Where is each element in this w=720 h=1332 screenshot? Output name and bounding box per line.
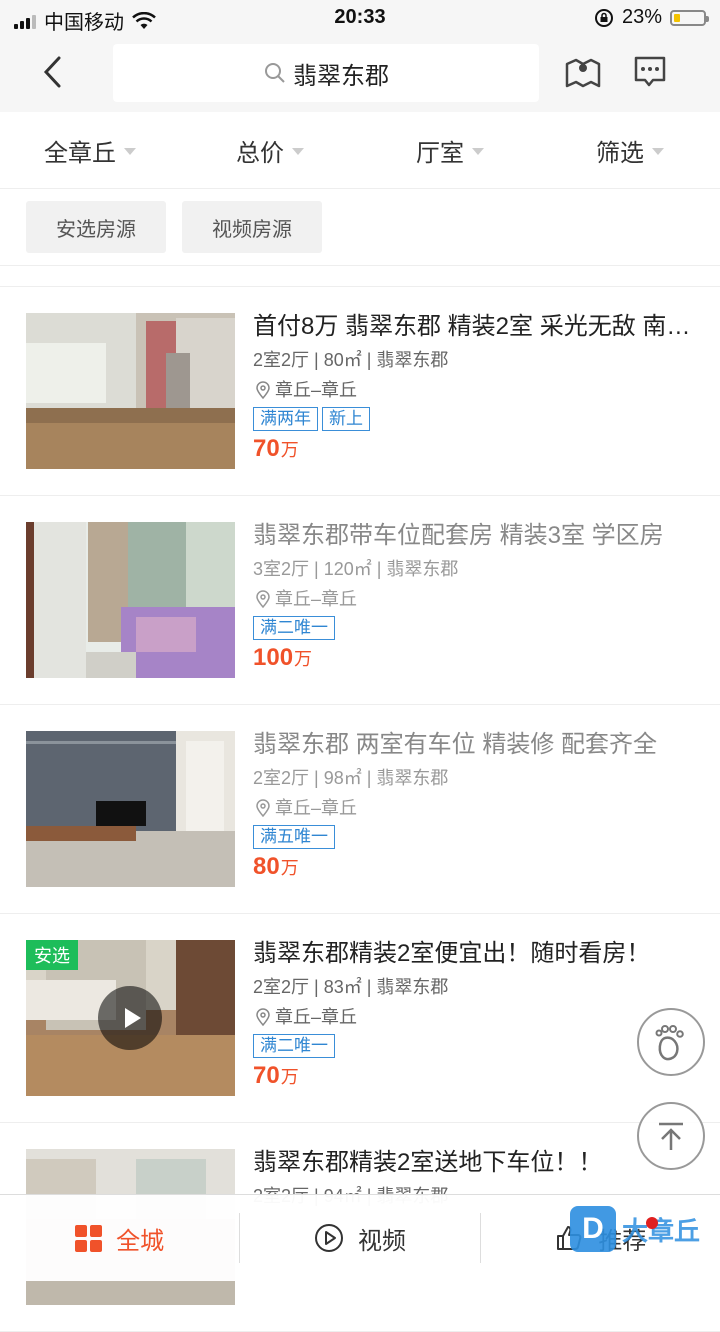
listing-meta: 2室2厅 | 80㎡ | 翡翠东郡: [253, 350, 449, 370]
watermark-text: 大章丘: [622, 1215, 701, 1246]
filter-price[interactable]: 总价: [180, 112, 360, 188]
chip-video[interactable]: 视频房源: [182, 201, 322, 253]
search-icon: [265, 63, 285, 83]
listing-tag: 满五唯一: [253, 825, 335, 849]
filter-label: 总价: [236, 139, 284, 167]
dropdown-arrow-icon: [292, 147, 304, 155]
listing-card[interactable]: 安选 翡翠东郡精装2室便宜出！随时看房！ 2室2厅 | 83㎡ | 翡翠东郡 章…: [0, 914, 720, 1123]
price-value: 70: [253, 1062, 280, 1089]
filter-bar: 全章丘 总价 厅室 筛选: [0, 112, 720, 189]
watermark-logo: D 大章丘: [570, 1206, 700, 1252]
map-icon[interactable]: [564, 54, 602, 90]
play-circle-icon: [314, 1224, 343, 1252]
listing-tag: 满两年: [253, 407, 318, 431]
price-unit: 万: [280, 1067, 299, 1087]
listing-meta: 3室2厅 | 120㎡ | 翡翠东郡: [253, 559, 459, 579]
listing-tag: 满二唯一: [253, 616, 335, 640]
listing-photo: [26, 313, 235, 469]
listing-photo: [26, 731, 235, 887]
filter-rooms[interactable]: 厅室: [360, 112, 540, 188]
search-input[interactable]: 翡翠东郡: [113, 44, 539, 102]
listing-location: 章丘–章丘: [275, 589, 358, 609]
listing-price: 70万: [253, 1062, 693, 1090]
location-pin-icon: [256, 799, 270, 818]
chip-anxuan[interactable]: 安选房源: [26, 201, 166, 253]
listing-meta: 2室2厅 | 98㎡ | 翡翠东郡: [253, 768, 449, 788]
listing-price: 80万: [253, 853, 693, 881]
divider: [0, 266, 720, 287]
search-text: 翡翠东郡: [293, 62, 389, 90]
rotation-lock-icon: [594, 8, 613, 27]
back-icon[interactable]: [32, 50, 76, 94]
listing-card[interactable]: 首付8万 翡翠东郡 精装2室 采光无敌 南北通透 2室2厅 | 80㎡ | 翡翠…: [0, 287, 720, 496]
listing-price: 100万: [253, 644, 693, 672]
filter-area[interactable]: 全章丘: [0, 112, 180, 188]
message-icon[interactable]: [632, 54, 668, 90]
price-value: 80: [253, 853, 280, 880]
listing-location: 章丘–章丘: [275, 1007, 358, 1027]
filter-label: 厅室: [416, 139, 464, 167]
listing-title: 翡翠东郡精装2室送地下车位！！: [253, 1149, 603, 1176]
price-unit: 万: [280, 440, 299, 460]
dropdown-arrow-icon: [472, 147, 484, 155]
location-pin-icon: [256, 381, 270, 400]
watermark-logo-mark: D: [570, 1206, 616, 1252]
tab-label: 全城: [116, 1227, 165, 1255]
price-unit: 万: [280, 858, 299, 878]
listing-tag: 满二唯一: [253, 1034, 335, 1058]
dropdown-arrow-icon: [124, 147, 136, 155]
filter-label: 全章丘: [44, 139, 116, 167]
price-unit: 万: [294, 649, 313, 669]
grid-icon: [75, 1224, 103, 1252]
filter-more[interactable]: 筛选: [540, 112, 720, 188]
header: 翡翠东郡: [0, 36, 720, 112]
status-bar: 中国移动 20:33 23%: [0, 0, 720, 36]
listing-meta: 2室2厅 | 83㎡ | 翡翠东郡: [253, 977, 449, 997]
tab-label: 视频: [357, 1227, 406, 1255]
tab-city[interactable]: 全城: [0, 1195, 239, 1281]
filter-label: 筛选: [596, 139, 644, 167]
dropdown-arrow-icon: [652, 147, 664, 155]
location-pin-icon: [256, 1008, 270, 1027]
listing-title: 翡翠东郡带车位配套房 精装3室 学区房: [253, 522, 664, 549]
listing-tag: 新上: [322, 407, 370, 431]
footprint-icon: [655, 1025, 684, 1061]
listing-title: 翡翠东郡精装2室便宜出！随时看房！: [253, 940, 651, 967]
quick-filter-chips: 安选房源 视频房源: [0, 189, 720, 266]
listing-photo: 安选: [26, 940, 235, 1096]
listing-location: 章丘–章丘: [275, 798, 358, 818]
price-value: 70: [253, 435, 280, 462]
tab-video[interactable]: 视频: [240, 1195, 479, 1281]
location-pin-icon: [256, 590, 270, 609]
notification-dot: [646, 1217, 658, 1229]
price-value: 100: [253, 644, 294, 671]
listing-title: 首付8万 翡翠东郡 精装2室 采光无敌 南北通透: [253, 313, 693, 340]
listing-price: 70万: [253, 435, 693, 463]
listing-location: 章丘–章丘: [275, 380, 358, 400]
listing-card[interactable]: 翡翠东郡 两室有车位 精装修 配套齐全 2室2厅 | 98㎡ | 翡翠东郡 章丘…: [0, 705, 720, 914]
listing-title: 翡翠东郡 两室有车位 精装修 配套齐全: [253, 731, 658, 758]
battery-icon: [670, 9, 709, 26]
anxuan-badge: 安选: [26, 940, 78, 970]
back-to-top-button[interactable]: [637, 1102, 705, 1170]
listing-photo: [26, 522, 235, 678]
battery-percent: 23%: [621, 6, 662, 28]
play-icon[interactable]: [98, 986, 162, 1050]
footprint-button[interactable]: [637, 1008, 705, 1076]
listing-card[interactable]: 翡翠东郡带车位配套房 精装3室 学区房 3室2厅 | 120㎡ | 翡翠东郡 章…: [0, 496, 720, 705]
arrow-up-icon: [659, 1122, 683, 1150]
